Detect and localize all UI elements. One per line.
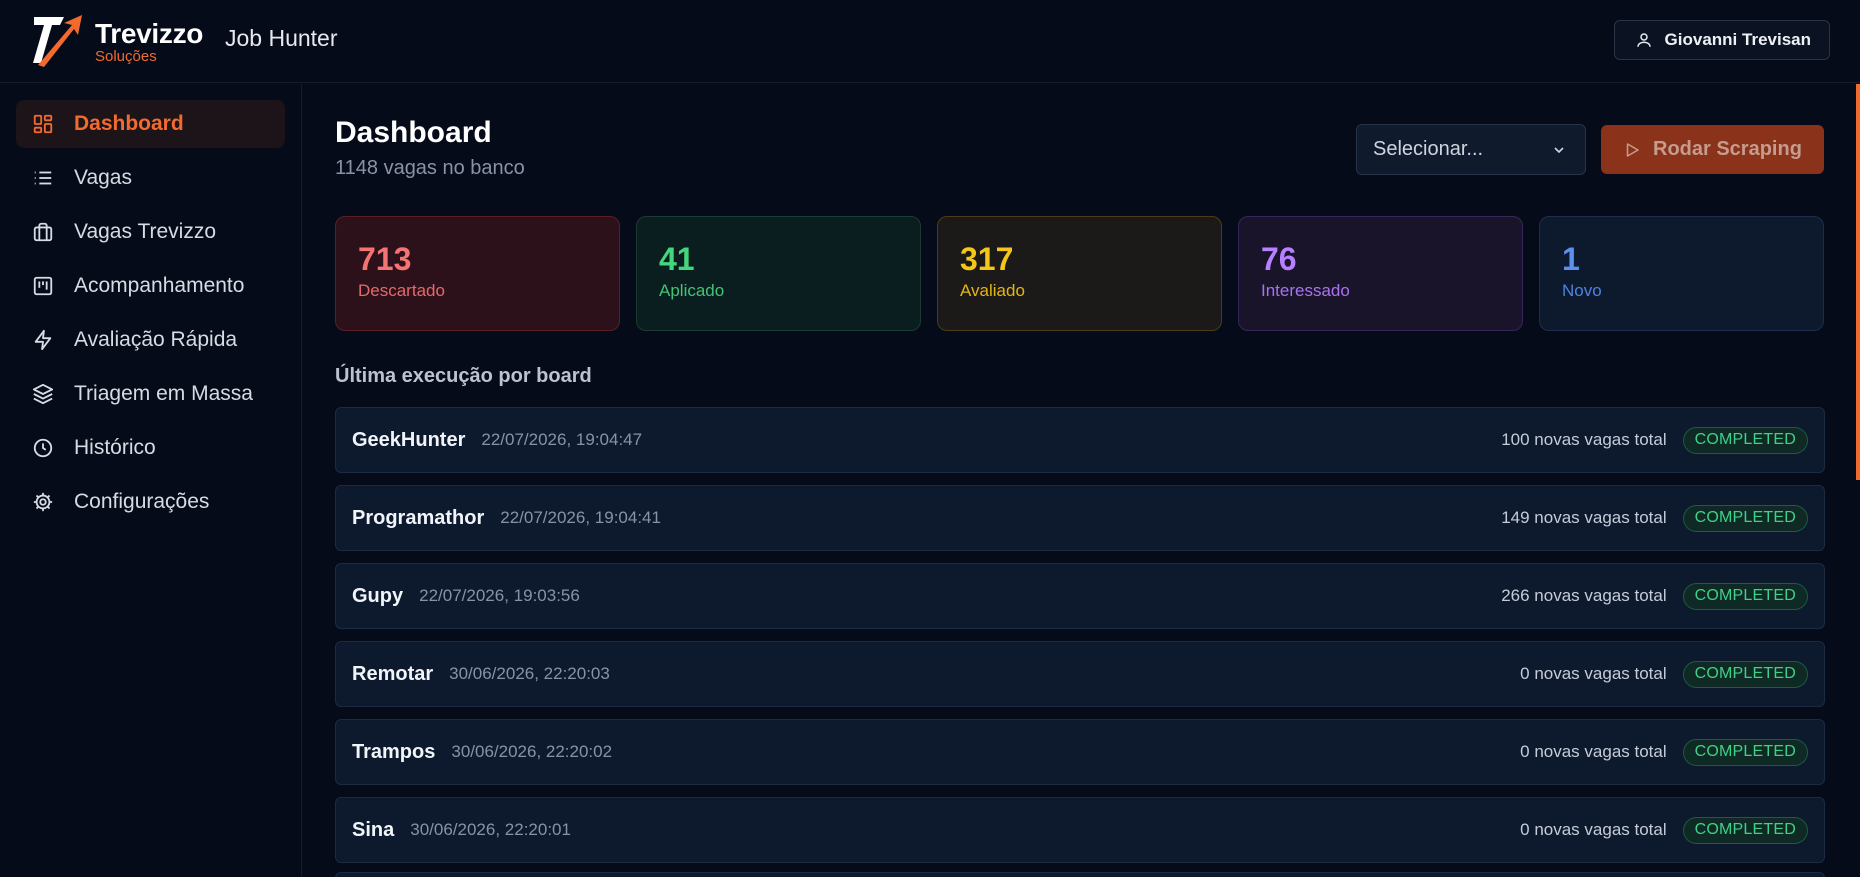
stat-card-descartado[interactable]: 713 Descartado	[335, 216, 620, 331]
stat-card-novo[interactable]: 1 Novo	[1539, 216, 1824, 331]
trevizzo-logo-icon	[33, 15, 82, 67]
run-time: 22/07/2026, 19:04:47	[481, 430, 643, 449]
stat-value: 317	[960, 241, 1014, 277]
new-jobs-count: 0 novas vagas total	[1520, 742, 1667, 761]
new-jobs-count: 266 novas vagas total	[1501, 586, 1667, 605]
scrollbar-thumb[interactable]	[1856, 84, 1860, 480]
status-badge: COMPLETED	[1682, 504, 1808, 532]
list-item[interactable]: Trampos 30/06/2026, 22:20:02 0 novas vag…	[335, 719, 1825, 785]
top-header: Trevizzo Soluções Job Hunter Giovanni Tr…	[0, 0, 1860, 83]
list-item[interactable]: GeekHunter 22/07/2026, 19:04:47 100 nova…	[335, 407, 1825, 473]
board-name: Remotar	[352, 662, 434, 685]
list-item-partial[interactable]	[335, 872, 1825, 877]
stat-card-avaliado[interactable]: 317 Avaliado	[937, 216, 1222, 331]
status-badge: COMPLETED	[1682, 660, 1808, 688]
stat-value: 76	[1261, 241, 1297, 277]
new-jobs-count: 0 novas vagas total	[1520, 820, 1667, 839]
sidebar-item-acompanhamento[interactable]: Acompanhamento	[16, 262, 285, 310]
list-item[interactable]: Gupy 22/07/2026, 19:03:56 266 novas vaga…	[335, 563, 1825, 629]
run-scraping-button[interactable]: Rodar Scraping	[1601, 125, 1824, 174]
stat-label: Novo	[1562, 281, 1602, 300]
sidebar-item-label: Triagem em Massa	[74, 382, 253, 405]
sidebar-item-vagas-trevizzo[interactable]: Vagas Trevizzo	[16, 208, 285, 256]
sidebar-item-configuracoes[interactable]: Configurações	[16, 478, 285, 526]
kanban-icon	[33, 276, 53, 296]
section-title: Última execução por board	[335, 365, 592, 387]
board-name: Trampos	[352, 740, 436, 763]
sidebar-item-label: Avaliação Rápida	[74, 328, 238, 351]
sidebar: Dashboard Vagas Vagas Trevizzo Acompanha…	[0, 84, 302, 877]
clock-icon	[33, 438, 53, 458]
lightning-icon	[34, 329, 52, 351]
board-name: Sina	[352, 818, 395, 841]
board-select-value: Selecionar...	[1373, 138, 1484, 160]
page-subtitle: 1148 vagas no banco	[335, 157, 525, 179]
brand-subtitle: Soluções	[95, 48, 157, 65]
sidebar-item-label: Vagas	[74, 166, 132, 189]
user-name: Giovanni Trevisan	[1664, 30, 1811, 49]
sidebar-item-label: Dashboard	[74, 112, 184, 135]
list-item[interactable]: Remotar 30/06/2026, 22:20:03 0 novas vag…	[335, 641, 1825, 707]
status-badge: COMPLETED	[1682, 582, 1808, 610]
stat-label: Interessado	[1261, 281, 1350, 300]
stat-card-interessado[interactable]: 76 Interessado	[1238, 216, 1523, 331]
brand: Trevizzo Soluções	[95, 18, 204, 65]
stat-card-aplicado[interactable]: 41 Aplicado	[636, 216, 921, 331]
stat-label: Avaliado	[960, 281, 1025, 300]
chevron-down-icon	[1554, 146, 1564, 153]
run-time: 30/06/2026, 22:20:02	[451, 742, 613, 761]
run-time: 22/07/2026, 19:04:41	[500, 508, 661, 527]
run-time: 22/07/2026, 19:03:56	[419, 586, 580, 605]
stat-value: 1	[1562, 241, 1580, 277]
stat-value: 713	[358, 241, 412, 277]
list-item[interactable]: Sina 30/06/2026, 22:20:01 0 novas vagas …	[335, 797, 1825, 863]
sidebar-item-label: Acompanhamento	[74, 274, 245, 297]
user-menu-button[interactable]: Giovanni Trevisan	[1613, 20, 1830, 60]
briefcase-icon	[33, 222, 53, 242]
list-item[interactable]: Programathor 22/07/2026, 19:04:41 149 no…	[335, 485, 1825, 551]
sidebar-item-label: Vagas Trevizzo	[74, 220, 217, 243]
status-badge: COMPLETED	[1682, 426, 1808, 454]
board-name: Programathor	[352, 506, 485, 529]
run-time: 30/06/2026, 22:20:01	[410, 820, 571, 839]
board-runs-list: GeekHunter 22/07/2026, 19:04:47 100 nova…	[335, 407, 1825, 875]
stat-value: 41	[659, 241, 695, 277]
sidebar-item-triagem-em-massa[interactable]: Triagem em Massa	[16, 370, 285, 418]
stat-label: Aplicado	[659, 281, 725, 300]
stats-cards: 713 Descartado 41 Aplicado 317 Avaliado …	[335, 216, 1824, 331]
board-name: GeekHunter	[352, 428, 466, 451]
board-select[interactable]: Selecionar...	[1356, 124, 1586, 175]
sidebar-item-vagas[interactable]: Vagas	[16, 154, 285, 202]
sidebar-item-label: Histórico	[74, 436, 156, 459]
sidebar-item-historico[interactable]: Histórico	[16, 424, 285, 472]
new-jobs-count: 149 novas vagas total	[1501, 508, 1667, 527]
list-icon	[34, 171, 52, 185]
brand-name: Trevizzo	[95, 18, 204, 49]
board-name: Gupy	[352, 584, 404, 607]
new-jobs-count: 0 novas vagas total	[1520, 664, 1667, 683]
app-name: Job Hunter	[225, 25, 338, 51]
dashboard-icon	[33, 114, 53, 134]
status-badge: COMPLETED	[1682, 738, 1808, 766]
gear-icon	[33, 492, 53, 512]
stat-label: Descartado	[358, 281, 445, 300]
run-scraping-label: Rodar Scraping	[1653, 138, 1802, 160]
run-time: 30/06/2026, 22:20:03	[449, 664, 610, 683]
sidebar-item-avaliacao-rapida[interactable]: Avaliação Rápida	[16, 316, 285, 364]
layers-icon	[32, 383, 54, 405]
sidebar-item-label: Configurações	[74, 490, 210, 513]
user-icon	[1636, 33, 1651, 47]
page-title: Dashboard	[335, 116, 492, 149]
play-icon	[1626, 142, 1639, 157]
status-badge: COMPLETED	[1682, 816, 1808, 844]
new-jobs-count: 100 novas vagas total	[1501, 430, 1667, 449]
sidebar-item-dashboard[interactable]: Dashboard	[16, 100, 285, 148]
